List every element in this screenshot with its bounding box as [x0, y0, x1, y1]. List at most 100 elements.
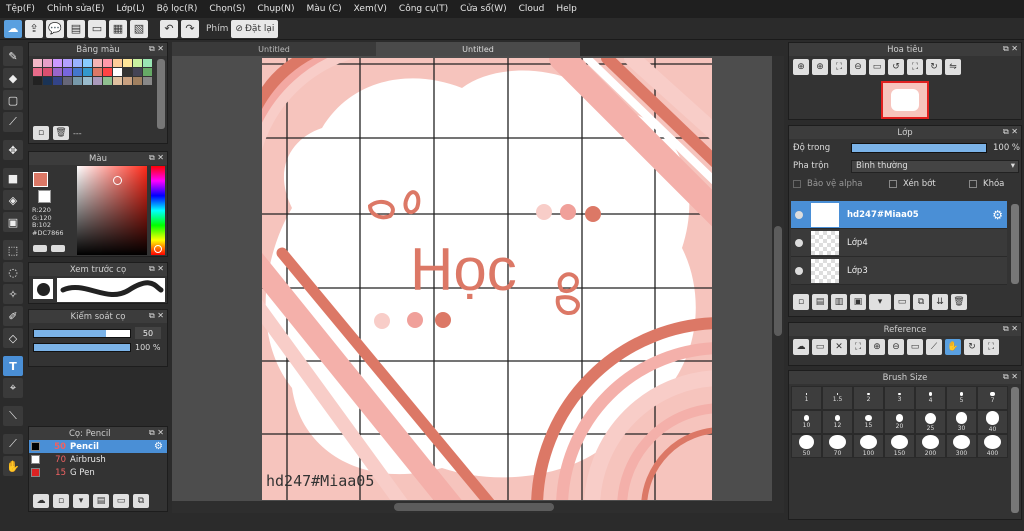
export-icon[interactable]: ⇪	[25, 19, 43, 38]
canvas-area[interactable]: Học hd247#Miaa05	[172, 56, 784, 501]
brush-copy-icon[interactable]: ▤	[93, 494, 109, 508]
actual-size-icon[interactable]: ▭	[869, 59, 885, 75]
color-swatch[interactable]	[43, 77, 52, 85]
add-image-icon[interactable]: ▣	[850, 294, 866, 310]
ref-hand-icon[interactable]: ✋	[945, 339, 961, 355]
color-swatch[interactable]	[33, 68, 42, 76]
menu-item[interactable]: Tệp(F)	[0, 4, 41, 14]
zoom-out-icon[interactable]: ⊖	[850, 59, 866, 75]
select-icon[interactable]: ⬚	[3, 240, 23, 260]
brush-size-cell[interactable]: 400	[977, 434, 1008, 458]
panel-controls-icon[interactable]: ⧉ ✕	[1003, 127, 1018, 137]
panel-controls-icon[interactable]: ⧉ ✕	[149, 264, 164, 274]
ref-eyedropper-icon[interactable]: ⟋	[926, 339, 942, 355]
ref-open-icon[interactable]: ▭	[812, 339, 828, 355]
panel-controls-icon[interactable]: ⧉ ✕	[1003, 372, 1018, 382]
color-swatch[interactable]	[113, 59, 122, 67]
brush-size-cell[interactable]: 7	[977, 386, 1008, 410]
brush-size-value[interactable]: 50	[135, 327, 161, 339]
menu-item[interactable]: Chỉnh sửa(E)	[41, 4, 110, 14]
menu-item[interactable]: Cửa sổ(W)	[454, 4, 512, 14]
color-swatch[interactable]	[53, 68, 62, 76]
gear-icon[interactable]: ⚙	[992, 208, 1007, 222]
brush-size-cell[interactable]: 30	[946, 410, 977, 434]
horizontal-scrollbar[interactable]	[172, 501, 784, 513]
delete-palette-icon[interactable]: 🗑	[53, 126, 69, 140]
color-swatch[interactable]	[103, 59, 112, 67]
menu-item[interactable]: Chụp(N)	[251, 4, 300, 14]
color-swatch[interactable]	[63, 77, 72, 85]
rotate-left-icon[interactable]: ↺	[888, 59, 904, 75]
color-swatch[interactable]	[93, 77, 102, 85]
merge-layer-icon[interactable]: ⇊	[932, 294, 948, 310]
redo-button[interactable]: ↷	[181, 19, 199, 38]
fit-icon[interactable]: ⛶	[831, 59, 847, 75]
brush-add-icon[interactable]: ▾	[73, 494, 89, 508]
visibility-icon[interactable]	[795, 266, 803, 275]
new-layer-icon[interactable]: ▫	[793, 294, 809, 310]
ref-fullscreen-icon[interactable]: ⛶	[983, 339, 999, 355]
color-swatch[interactable]	[143, 77, 152, 85]
brush-list-item[interactable]: 70 Airbrush	[29, 453, 167, 466]
brush-size-cell[interactable]: 5	[946, 386, 977, 410]
brush-size-cell[interactable]: 20	[884, 410, 915, 434]
brush-size-scrollbar[interactable]	[1011, 387, 1019, 513]
comment-icon[interactable]: ▤	[67, 19, 85, 38]
color-swatch[interactable]	[133, 68, 142, 76]
brush-size-cell[interactable]: 200	[915, 434, 946, 458]
color-swatch[interactable]	[113, 68, 122, 76]
panel-controls-icon[interactable]: ⧉ ✕	[1003, 44, 1018, 54]
color-swatch[interactable]	[53, 77, 62, 85]
dropper-icon[interactable]: ⟋	[3, 434, 23, 454]
layers-scrollbar[interactable]	[1011, 204, 1019, 284]
color-swatch[interactable]	[123, 59, 132, 67]
color-swatch[interactable]	[93, 68, 102, 76]
brush-list-item[interactable]: 15 G Pen	[29, 466, 167, 479]
blend-mode-select[interactable]: Bình thường ▾	[851, 159, 1019, 173]
brush-cloud-icon[interactable]: ☁	[33, 494, 49, 508]
brush-size-slider[interactable]	[33, 328, 131, 338]
brush-size-cell[interactable]: 10	[791, 410, 822, 434]
layer-opacity-slider[interactable]	[851, 143, 987, 153]
artwork-canvas[interactable]: Học hd247#Miaa05	[262, 58, 712, 500]
gear-icon[interactable]: ⚙	[154, 441, 167, 452]
folder-icon[interactable]: ▭	[894, 294, 910, 310]
color-swatch[interactable]	[143, 59, 152, 67]
fullscreen-icon[interactable]: ⛶	[907, 59, 923, 75]
color-swatch[interactable]	[83, 68, 92, 76]
layer-item[interactable]: hd247#Miaa05 ⚙	[791, 201, 1007, 229]
speech-icon[interactable]: 💬	[46, 19, 64, 38]
layer-item[interactable]: Lớp3	[791, 257, 1007, 285]
lasso-icon[interactable]: ◌	[3, 262, 23, 282]
color-swatch[interactable]	[73, 68, 82, 76]
layer-item[interactable]: Lớp4	[791, 229, 1007, 257]
panel-controls-icon[interactable]: ⧉ ✕	[1003, 324, 1018, 334]
ref-fit-icon[interactable]: ⛶	[850, 339, 866, 355]
color-swatch[interactable]	[93, 59, 102, 67]
move-tool-icon[interactable]: ✥	[3, 140, 23, 160]
gradient-icon[interactable]: ▣	[3, 212, 23, 232]
brush-new-icon[interactable]: ▫	[53, 494, 69, 508]
menu-item[interactable]: Bộ lọc(R)	[151, 4, 204, 14]
color-swatch[interactable]	[63, 68, 72, 76]
new-layer-8bit-icon[interactable]: ▤	[812, 294, 828, 310]
delete-layer-icon[interactable]: 🗑	[951, 294, 967, 310]
clip-checkbox[interactable]	[889, 180, 897, 188]
ref-rotate-icon[interactable]: ↻	[964, 339, 980, 355]
color-swatch[interactable]	[43, 59, 52, 67]
panel-controls-icon[interactable]: ⧉ ✕	[149, 428, 164, 438]
menu-item[interactable]: Help	[550, 4, 583, 14]
tab-untitled-1[interactable]: Untitled	[172, 42, 376, 56]
pen-tool-icon[interactable]: ⟋	[3, 112, 23, 132]
cloud-icon[interactable]: ☁	[4, 19, 22, 38]
duplicate-layer-icon[interactable]: ⧉	[913, 294, 929, 310]
fill-rect-icon[interactable]: ■	[3, 168, 23, 188]
panel-controls-icon[interactable]: ⧉ ✕	[149, 311, 164, 321]
brush-size-cell[interactable]: 40	[977, 410, 1008, 434]
visibility-icon[interactable]	[795, 238, 803, 247]
rect-select-icon[interactable]: ▢	[3, 90, 23, 110]
brush-size-cell[interactable]: 1	[791, 386, 822, 410]
ref-cloud-icon[interactable]: ☁	[793, 339, 809, 355]
brush-size-cell[interactable]: 12	[822, 410, 853, 434]
brush-duplicate-icon[interactable]: ⧉	[133, 494, 149, 508]
